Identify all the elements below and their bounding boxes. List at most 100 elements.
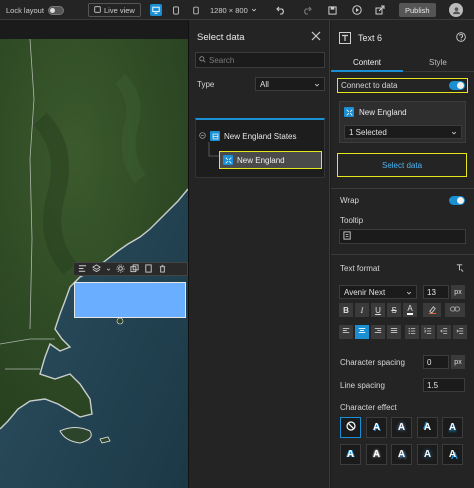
mobile-icon[interactable] xyxy=(190,4,202,16)
tab-style[interactable]: Style xyxy=(429,58,447,67)
bullet-list-button[interactable] xyxy=(405,325,419,339)
justify-icon xyxy=(390,327,398,337)
effect-outline-3-button[interactable]: A xyxy=(391,444,412,465)
effect-outline-5-button[interactable]: A xyxy=(442,444,463,465)
align-icon[interactable] xyxy=(78,264,87,275)
effect-shadow-1-button[interactable]: A xyxy=(366,417,387,438)
effect-none-button[interactable] xyxy=(340,417,361,438)
text-widget-selected[interactable] xyxy=(74,282,186,318)
font-size-input[interactable]: 13 xyxy=(423,285,449,299)
effect-outline-1-button[interactable]: A xyxy=(340,444,361,465)
lock-layout-label: Lock layout xyxy=(6,5,44,15)
data-source-tree: New England States New England xyxy=(195,118,325,178)
live-view-button[interactable]: Live view xyxy=(88,3,141,17)
view-icon xyxy=(344,107,354,117)
resolution-label: 1280 × 800 xyxy=(210,5,248,15)
panel-title: Select data xyxy=(197,32,245,43)
font-size-unit[interactable]: px xyxy=(451,285,465,299)
live-view-icon xyxy=(94,5,101,15)
effect-shadow-2-button[interactable]: A xyxy=(391,417,412,438)
redo-icon[interactable] xyxy=(302,0,312,20)
char-spacing-input[interactable]: 0 xyxy=(423,355,449,369)
font-family-select[interactable]: Avenir Next xyxy=(339,285,417,299)
text-effect-icon: A xyxy=(423,449,432,460)
dynamic-content-icon[interactable] xyxy=(343,231,352,242)
align-left-button[interactable] xyxy=(339,325,353,339)
help-icon[interactable] xyxy=(456,32,466,44)
settings-tabs: Content Style xyxy=(331,54,474,72)
effect-outline-4-button[interactable]: A xyxy=(417,444,438,465)
link-icon xyxy=(450,305,460,315)
resolution-select[interactable]: 1280 × 800 xyxy=(210,0,257,20)
chevron-down-icon[interactable] xyxy=(106,265,111,274)
settings-icon[interactable] xyxy=(116,264,125,275)
layers-icon[interactable] xyxy=(92,263,101,275)
publish-control: Publish xyxy=(399,0,436,20)
line-spacing-input[interactable]: 1.5 xyxy=(423,378,465,392)
wrap-toggle[interactable] xyxy=(449,196,465,205)
underline-button[interactable]: U xyxy=(371,303,385,317)
align-left-icon xyxy=(342,327,350,337)
tree-item-new-england[interactable]: New England xyxy=(219,151,322,169)
text-effect-icon: A xyxy=(397,422,406,433)
font-color-button[interactable]: A xyxy=(403,303,417,317)
indent-increase-icon xyxy=(456,327,464,337)
lock-layout-toggle[interactable] xyxy=(47,5,64,15)
numbered-list-button[interactable] xyxy=(421,325,435,339)
data-source-name: New England xyxy=(359,108,407,117)
desktop-icon[interactable] xyxy=(150,4,162,16)
close-icon[interactable] xyxy=(311,31,321,41)
highlight-color-button[interactable] xyxy=(423,303,441,317)
bold-button[interactable]: B xyxy=(339,303,353,317)
collapse-icon[interactable] xyxy=(199,131,206,141)
char-spacing-label: Character spacing xyxy=(340,358,405,367)
char-spacing-unit[interactable]: px xyxy=(451,355,465,369)
effect-shadow-4-button[interactable]: A xyxy=(442,417,463,438)
avatar[interactable] xyxy=(449,3,463,17)
char-effect-label: Character effect xyxy=(340,403,397,412)
select-data-button-label: Select data xyxy=(381,160,423,170)
lock-layout-control[interactable]: Lock layout xyxy=(6,0,64,20)
search-input[interactable]: Search xyxy=(195,52,325,68)
text-effect-icon: A xyxy=(372,422,381,433)
chevron-down-icon xyxy=(451,129,457,135)
preview-play-icon[interactable] xyxy=(352,0,362,20)
indent-decrease-button[interactable] xyxy=(437,325,451,339)
connect-to-data-toggle[interactable] xyxy=(449,81,465,90)
map-canvas[interactable] xyxy=(0,20,188,488)
effect-outline-2-button[interactable]: A xyxy=(366,444,387,465)
clear-format-icon[interactable] xyxy=(455,263,464,274)
indent-increase-button[interactable] xyxy=(453,325,467,339)
search-placeholder: Search xyxy=(209,55,235,65)
type-select[interactable]: All xyxy=(255,77,325,91)
effect-shadow-3-button[interactable]: A xyxy=(417,417,438,438)
text-widget-icon xyxy=(339,32,351,46)
save-icon[interactable] xyxy=(328,0,337,20)
selection-mode-select[interactable]: 1 Selected xyxy=(344,125,462,139)
tooltip-input[interactable] xyxy=(339,229,466,244)
align-center-button[interactable] xyxy=(355,325,369,339)
canvas-header-strip xyxy=(0,20,188,39)
align-center-icon xyxy=(358,327,366,337)
duplicate-icon[interactable] xyxy=(130,263,139,275)
delete-icon[interactable] xyxy=(158,264,167,275)
tablet-icon[interactable] xyxy=(170,4,182,16)
publish-button[interactable]: Publish xyxy=(399,3,436,17)
live-view-control[interactable]: Live view xyxy=(88,0,141,20)
search-icon xyxy=(199,55,206,65)
tab-content[interactable]: Content xyxy=(353,58,381,67)
user-menu[interactable] xyxy=(449,0,463,20)
select-data-button[interactable]: Select data xyxy=(337,153,467,177)
undo-icon[interactable] xyxy=(276,0,286,20)
copy-icon[interactable] xyxy=(144,263,153,275)
italic-button[interactable]: I xyxy=(355,303,369,317)
strikethrough-button[interactable]: S xyxy=(387,303,401,317)
justify-button[interactable] xyxy=(387,325,401,339)
text-effect-icon: A xyxy=(397,449,406,460)
link-button[interactable] xyxy=(445,303,465,317)
align-right-button[interactable] xyxy=(371,325,385,339)
chevron-down-icon xyxy=(314,81,320,87)
tree-item-new-england-states[interactable]: New England States xyxy=(199,131,297,141)
chevron-down-icon xyxy=(251,6,257,15)
share-icon[interactable] xyxy=(375,0,385,20)
